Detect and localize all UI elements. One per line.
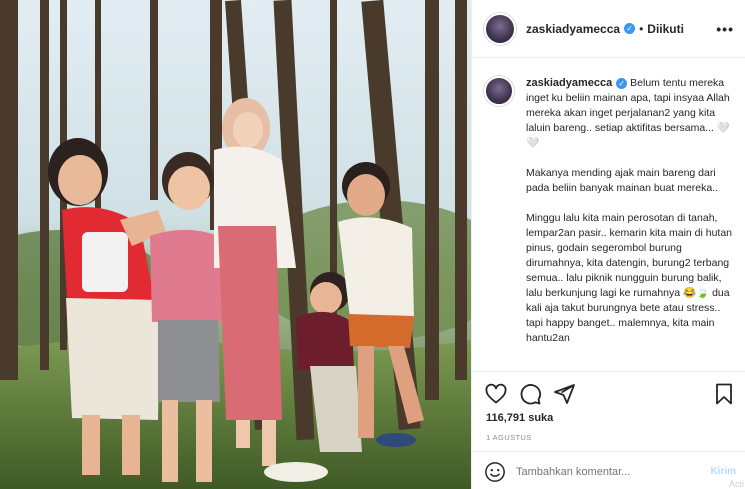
comment-input[interactable] (516, 466, 696, 478)
watermark-text: Acti (728, 479, 744, 489)
post-photo[interactable] (0, 0, 471, 489)
share-icon[interactable] (552, 382, 576, 406)
likes-count[interactable]: 116,791 suka (486, 412, 553, 424)
emoji-icon[interactable] (484, 461, 506, 483)
action-icons (484, 382, 576, 406)
more-options-icon[interactable]: ••• (716, 21, 734, 37)
add-comment-bar: Kirim Acti (472, 451, 745, 489)
post-header: zaskiadyamecca ✓ • Diikuti ••• (472, 0, 745, 58)
caption-text: zaskiadyamecca ✓ Belum tentu mereka inget… (526, 76, 734, 371)
comment-icon[interactable] (518, 382, 542, 406)
caption-avatar[interactable] (484, 76, 514, 106)
bookmark-icon[interactable] (712, 382, 736, 406)
avatar[interactable] (484, 12, 516, 45)
caption-paragraph-1: zaskiadyamecca ✓ Belum tentu mereka inget… (526, 76, 734, 151)
separator-dot: • (639, 21, 644, 36)
caption-paragraph-3: Minggu lalu kita main perosotan di tanah… (526, 212, 733, 344)
post-actions: 116,791 suka 1 AGUSTUS Kirim Acti (472, 371, 745, 489)
post-comment-button[interactable]: Kirim (710, 466, 736, 477)
post-date[interactable]: 1 AGUSTUS (486, 433, 532, 442)
username-link[interactable]: zaskiadyamecca (526, 22, 620, 36)
photo-illustration (0, 0, 471, 489)
caption-area[interactable]: zaskiadyamecca ✓ Belum tentu mereka inget… (472, 58, 745, 371)
verified-badge-icon: ✓ (616, 78, 628, 89)
following-button[interactable]: Diikuti (647, 22, 684, 36)
caption-paragraph-2: Makanya mending ajak main bareng dari pa… (526, 167, 719, 194)
caption-username-link[interactable]: zaskiadyamecca (526, 77, 612, 89)
verified-badge-icon: ✓ (624, 23, 636, 34)
post-details-pane: zaskiadyamecca ✓ • Diikuti ••• zaskiadya… (471, 0, 745, 489)
heart-icon[interactable] (484, 382, 508, 406)
